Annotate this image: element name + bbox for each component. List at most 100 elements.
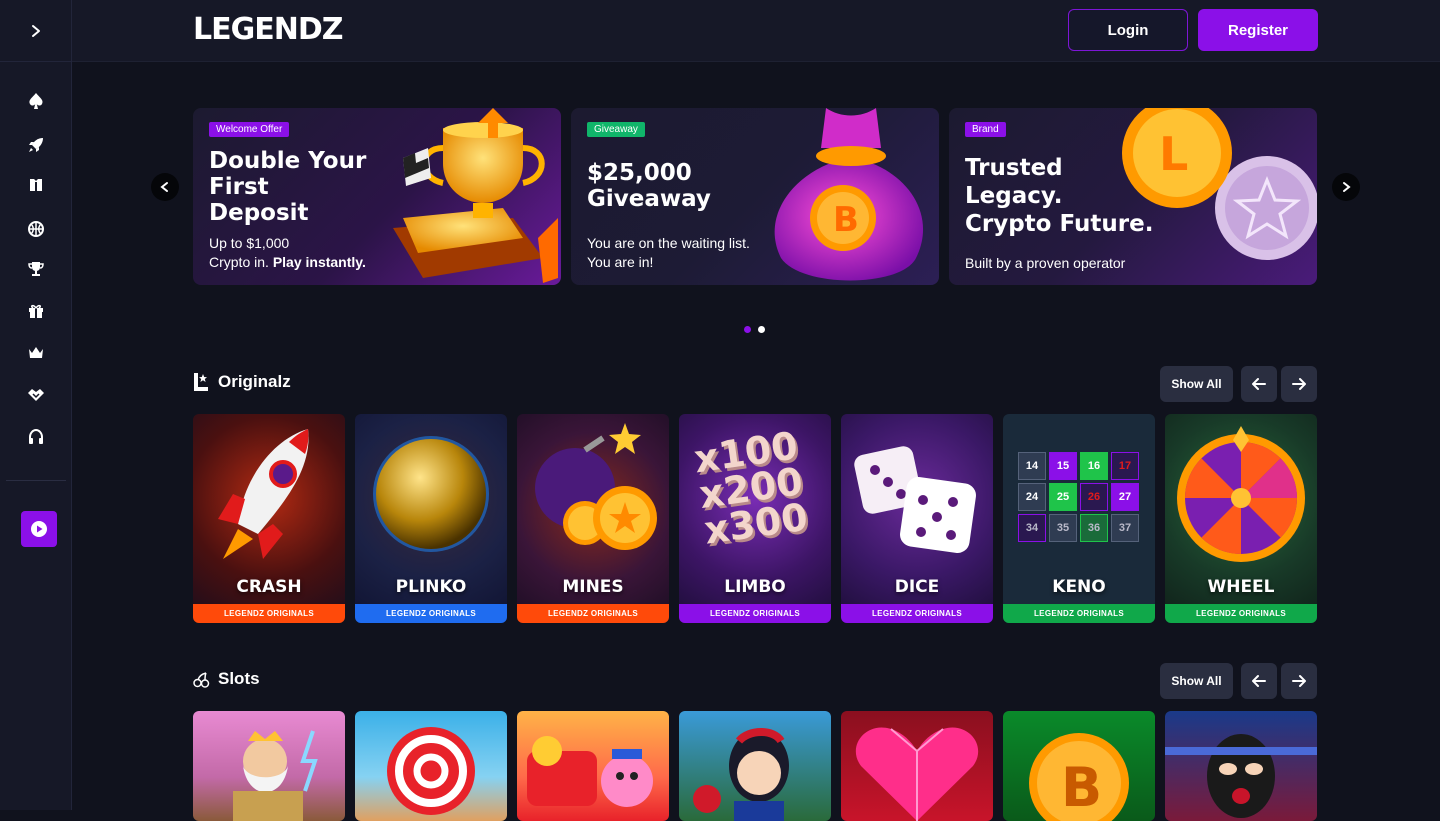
live-stream-button[interactable] bbox=[21, 511, 57, 547]
slots-next-button[interactable] bbox=[1281, 663, 1317, 699]
wheel-artwork bbox=[1177, 426, 1305, 562]
sidebar-item-originals[interactable] bbox=[21, 130, 51, 160]
slot-card[interactable]: B bbox=[1003, 711, 1155, 821]
slots-show-all-button[interactable]: Show All bbox=[1160, 663, 1233, 699]
sidebar-item-affiliate[interactable] bbox=[21, 380, 51, 410]
game-card-wheel[interactable]: WHEEL LEGENDZ ORIGINALS bbox=[1165, 414, 1317, 623]
keno-cell: 37 bbox=[1111, 514, 1139, 542]
originalz-show-all-button[interactable]: Show All bbox=[1160, 366, 1233, 402]
sidebar-item-casino[interactable] bbox=[21, 86, 51, 116]
sidebar-divider bbox=[6, 480, 66, 481]
banner-giveaway[interactable]: B Giveaway $25,000 Giveaway You are on t… bbox=[571, 108, 939, 285]
banner-subtitle: Up to $1,000 Crypto in. Play instantly. bbox=[209, 235, 366, 270]
sidebar-item-sports[interactable] bbox=[21, 214, 51, 244]
chevron-right-icon bbox=[31, 24, 40, 37]
game-card-dice[interactable]: DICE LEGENDZ ORIGINALS bbox=[841, 414, 993, 623]
game-card-crash[interactable]: CRASH LEGENDZ ORIGINALS bbox=[193, 414, 345, 623]
game-title: CRASH bbox=[236, 577, 302, 597]
slot-card[interactable] bbox=[841, 711, 993, 821]
robber-artwork bbox=[1165, 734, 1317, 818]
game-strip: LEGENDZ ORIGINALS bbox=[679, 604, 831, 623]
keno-cell: 34 bbox=[1018, 514, 1046, 542]
sweets-train-artwork bbox=[527, 736, 653, 807]
keno-cell: 16 bbox=[1080, 452, 1108, 480]
gift-icon bbox=[29, 304, 43, 318]
banner-tag: Welcome Offer bbox=[209, 122, 290, 137]
chevron-left-icon bbox=[160, 182, 168, 192]
slot-card[interactable] bbox=[517, 711, 669, 821]
money-bag-artwork: B bbox=[774, 108, 924, 281]
keno-cell: 25 bbox=[1049, 483, 1077, 511]
banner-subtitle: Built by a proven operator bbox=[965, 255, 1126, 271]
svg-text:L: L bbox=[1159, 127, 1188, 181]
banner-welcome-offer[interactable]: Welcome Offer Double Your First Deposit … bbox=[193, 108, 561, 285]
slots-prev-button[interactable] bbox=[1241, 663, 1277, 699]
game-strip: LEGENDZ ORIGINALS bbox=[355, 604, 507, 623]
sidebar-item-vip[interactable] bbox=[21, 338, 51, 368]
game-title: MINES bbox=[562, 577, 624, 597]
game-card-keno[interactable]: 14 15 16 17 24 25 26 27 34 35 36 37 KENO… bbox=[1003, 414, 1155, 623]
keno-cell: 14 bbox=[1018, 452, 1046, 480]
game-strip: LEGENDZ ORIGINALS bbox=[517, 604, 669, 623]
cherry-icon bbox=[193, 671, 210, 688]
trophy-artwork bbox=[393, 108, 558, 283]
carousel-dot[interactable] bbox=[758, 326, 765, 333]
rocket-artwork bbox=[218, 429, 309, 559]
game-card-plinko[interactable]: PLINKO LEGENDZ ORIGINALS bbox=[355, 414, 507, 623]
banner-tag: Giveaway bbox=[587, 122, 645, 137]
heart-gem-artwork bbox=[855, 727, 979, 821]
game-title: KENO bbox=[1052, 577, 1106, 597]
originalz-next-button[interactable] bbox=[1281, 366, 1317, 402]
lollipop-artwork bbox=[387, 727, 475, 815]
arrow-left-icon bbox=[1252, 675, 1266, 687]
trophy-icon bbox=[28, 262, 44, 276]
banner-title: $25,000 Giveaway bbox=[587, 160, 711, 212]
slot-card[interactable] bbox=[1165, 711, 1317, 821]
sidebar-item-tournaments[interactable] bbox=[21, 254, 51, 284]
crown-icon bbox=[29, 347, 43, 358]
sidebar-item-live[interactable] bbox=[21, 170, 51, 200]
game-strip: LEGENDZ ORIGINALS bbox=[193, 604, 345, 623]
sidebar-item-support[interactable] bbox=[21, 422, 51, 452]
dice-artwork bbox=[854, 446, 976, 553]
svg-text:B: B bbox=[833, 200, 859, 240]
game-title: DICE bbox=[894, 577, 940, 597]
sidebar-toggle-button[interactable] bbox=[0, 0, 72, 62]
carousel-dot-active[interactable] bbox=[744, 326, 751, 333]
register-button[interactable]: Register bbox=[1198, 9, 1318, 51]
game-strip: LEGENDZ ORIGINALS bbox=[1165, 604, 1317, 623]
keno-cell: 15 bbox=[1049, 452, 1077, 480]
chevron-right-icon bbox=[1343, 182, 1351, 192]
game-card-mines[interactable]: MINES LEGENDZ ORIGINALS bbox=[517, 414, 669, 623]
banner-subtitle: You are on the waiting list. You are in! bbox=[587, 235, 750, 270]
headset-icon bbox=[29, 428, 43, 444]
sidebar-item-promotions[interactable] bbox=[21, 296, 51, 326]
game-card-limbo[interactable]: x100 x200 x300 LIMBO LEGENDZ ORIGINALS bbox=[679, 414, 831, 623]
slot-card[interactable] bbox=[679, 711, 831, 821]
game-title: LIMBO bbox=[724, 577, 786, 597]
bitcoin-artwork: B bbox=[1029, 733, 1129, 821]
keno-cell: 27 bbox=[1111, 483, 1139, 511]
login-button[interactable]: Login bbox=[1068, 9, 1188, 51]
handshake-icon bbox=[28, 389, 44, 401]
game-title: WHEEL bbox=[1207, 577, 1275, 597]
carousel-next-button[interactable] bbox=[1332, 173, 1360, 201]
banner-brand[interactable]: L Brand Trusted Legacy. Crypto Future. B… bbox=[949, 108, 1317, 285]
keno-cell: 36 bbox=[1080, 514, 1108, 542]
basketball-icon bbox=[28, 221, 44, 237]
section-title-slots: Slots bbox=[193, 669, 260, 689]
rocket-icon bbox=[29, 138, 43, 152]
logo[interactable]: LEGENDZ bbox=[193, 12, 343, 47]
arrow-left-icon bbox=[1252, 378, 1266, 390]
keno-cell: 26 bbox=[1080, 483, 1108, 511]
carousel-prev-button[interactable] bbox=[151, 173, 179, 201]
originalz-prev-button[interactable] bbox=[1241, 366, 1277, 402]
banner-title: Trusted Legacy. Crypto Future. bbox=[965, 155, 1154, 237]
arrow-right-icon bbox=[1292, 378, 1306, 390]
game-title: PLINKO bbox=[395, 577, 467, 597]
ball-artwork bbox=[373, 436, 489, 552]
ticket-icon bbox=[30, 179, 42, 191]
section-title-originalz: Originalz bbox=[193, 372, 291, 392]
slot-card[interactable] bbox=[355, 711, 507, 821]
slot-card[interactable] bbox=[193, 711, 345, 821]
